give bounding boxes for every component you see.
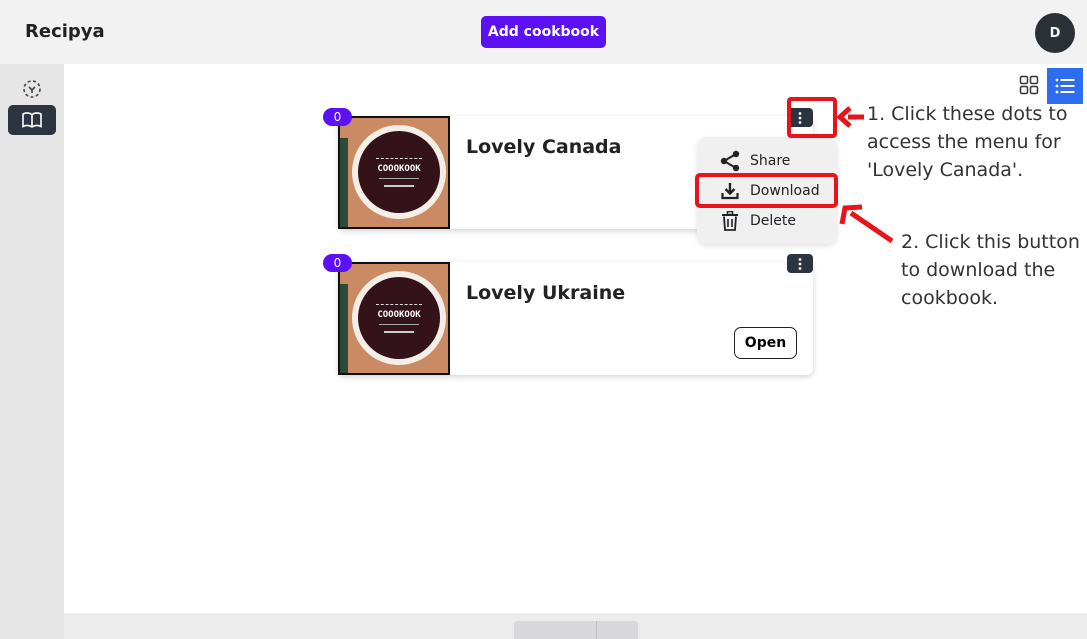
more-options-button[interactable] [787,254,813,273]
highlight-box-dots [787,97,837,138]
cookbook-title[interactable]: Lovely Ukraine [466,282,625,304]
cover-edge [340,138,348,227]
cover-dots [376,157,422,160]
list-icon [1055,78,1075,94]
list-view-toggle[interactable] [1047,68,1083,104]
cookbook-title[interactable]: Lovely Canada [466,136,621,158]
grid-view-toggle[interactable] [1013,68,1045,102]
grid-icon [1019,75,1039,95]
open-cookbook-button[interactable]: Open [734,327,797,359]
top-bar: Recipya Add cookbook D [0,0,1087,64]
cover-line [384,330,414,333]
cover-plate: COOOKOOK [352,271,446,365]
magic-select-icon[interactable] [8,74,56,104]
cover-line [379,323,419,325]
cover-edge [340,284,348,373]
cookbook-card-lovely-ukraine[interactable]: COOOKOOK 0 Lovely Ukraine Open [323,254,813,375]
cookbook-cover-image: COOOKOOK [338,116,450,229]
share-icon [718,150,742,172]
cover-text: COOOKOOK [377,163,421,174]
recipe-count-badge: 0 [323,254,352,272]
menu-item-share[interactable]: Share [697,146,837,176]
left-sidebar [0,64,64,639]
cover-plate-inner: COOOKOOK [358,277,440,359]
cover-text: COOOKOOK [377,309,421,320]
cover-line [379,177,419,179]
cover-plate-inner: COOOKOOK [358,131,440,213]
menu-item-label: Delete [750,213,796,229]
bottom-tab[interactable] [514,621,638,639]
add-cookbook-button[interactable]: Add cookbook [481,16,606,48]
cover-plate: COOOKOOK [352,125,446,219]
avatar[interactable]: D [1035,13,1075,53]
menu-item-delete[interactable]: Delete [697,206,837,236]
annotation-step-2: 2. Click this button to download the coo… [901,231,1080,309]
book-open-icon[interactable] [8,105,56,135]
annotation-step-1: 1. Click these dots to access the menu f… [867,103,1068,181]
highlight-box-download [695,173,838,208]
recipe-count-badge: 0 [323,108,352,126]
kebab-icon [798,257,802,270]
cover-dots [376,303,422,306]
app-brand[interactable]: Recipya [25,21,105,42]
trash-icon [718,211,742,231]
cookbook-cover-image: COOOKOOK [338,262,450,375]
bottom-tab-divider [596,621,597,639]
menu-item-label: Share [750,153,791,169]
cover-line [384,184,414,187]
